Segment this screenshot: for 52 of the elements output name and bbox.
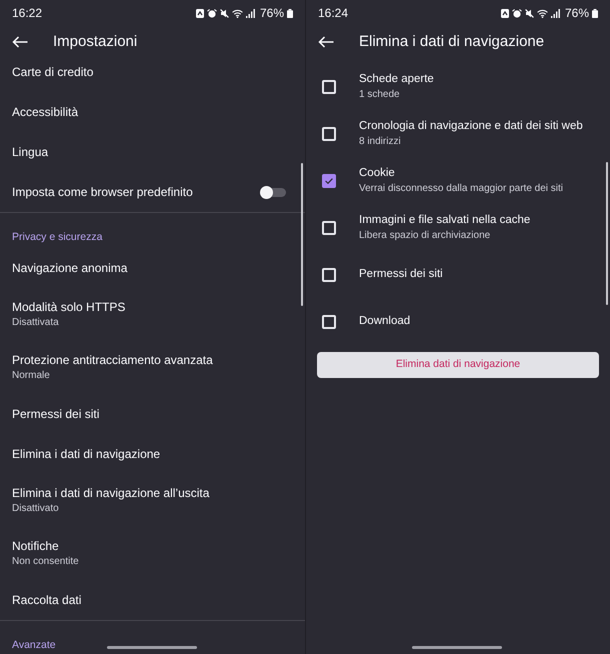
back-arrow-icon[interactable] [318,36,334,48]
option-label: Cronologia di navigazione e dati dei siti web [359,119,583,134]
alarm-clock-icon [206,8,217,18]
checkmark-icon [325,178,333,184]
screen-title: Elimina i dati di navigazione [359,33,544,51]
wifi-icon [536,8,548,18]
settings-item[interactable]: Elimina i dati di navigazione [12,446,160,462]
settings-item[interactable]: Carte di credito [12,64,94,80]
alarm-clock-icon [512,8,522,18]
settings-item[interactable]: Protezione antitracciamento avanzata [12,353,213,368]
muted-speaker-icon [524,8,534,18]
option-label: Permessi dei siti [359,267,443,282]
section-heading: Avanzate [12,639,56,651]
status-time: 16:22 [12,6,42,20]
settings-item[interactable]: Lingua [12,144,48,160]
battery-percentage: 76% [564,6,589,20]
option-detail: Verrai disconnesso dalla maggior parte dei siti [359,182,563,195]
battery-icon [287,8,293,18]
settings-item[interactable]: Imposta come browser predefinito [12,184,193,200]
signal-icon [246,8,255,18]
option-label: Cookie [359,166,395,181]
option-label: Download [359,314,410,329]
clear-data-button[interactable]: Elimina dati di navigazione [317,352,599,378]
settings-item[interactable]: Modalità solo HTTPS [12,300,126,315]
signal-icon [550,8,560,18]
settings-item[interactable]: Notifiche [12,539,59,554]
option-detail: Libera spazio di archiviazione [359,229,490,242]
wifi-icon [232,8,243,18]
screen-title: Impostazioni [53,33,138,51]
square-badge-icon [196,8,204,18]
battery-percentage: 76% [260,6,284,20]
checkbox[interactable] [322,174,336,188]
status-time: 16:24 [318,6,348,20]
item-detail: Normale [12,369,50,382]
option-label: Immagini e file salvati nella cache [359,213,530,228]
muted-speaker-icon [220,8,229,18]
settings-item[interactable]: Permessi dei siti [12,406,100,422]
option-label: Schede aperte [359,72,434,87]
toggle-switch[interactable] [260,186,286,198]
square-badge-icon [500,8,509,18]
item-detail: Non consentite [12,555,79,568]
option-detail: 8 indirizzi [359,135,401,148]
settings-item[interactable]: Accessibilità [12,104,78,120]
back-arrow-icon[interactable] [12,36,28,48]
option-detail: 1 schede [359,88,400,101]
section-heading: Privacy e sicurezza [12,231,102,243]
settings-item[interactable]: Raccolta dati [12,592,82,608]
settings-item[interactable]: Elimina i dati di navigazione all’uscita [12,486,210,501]
settings-item[interactable]: Navigazione anonima [12,260,128,276]
battery-icon [592,8,598,18]
item-detail: Disattivata [12,316,59,329]
item-detail: Disattivato [12,502,59,515]
